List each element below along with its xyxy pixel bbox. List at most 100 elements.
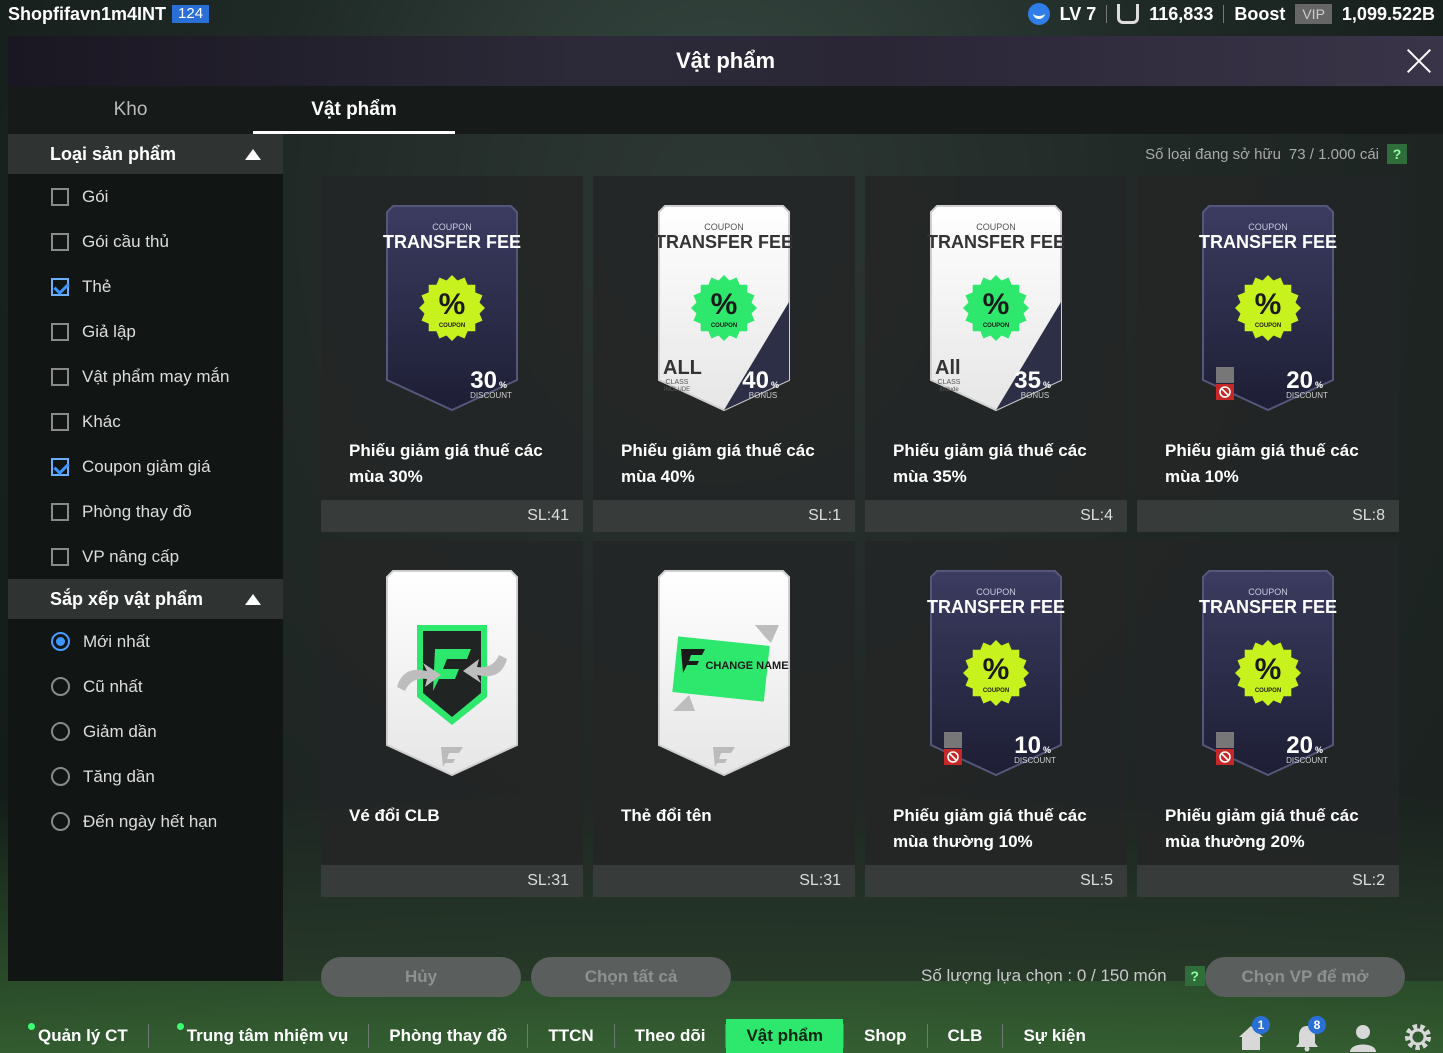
owned-label: Số loại đang sở hữu xyxy=(1145,145,1281,163)
radio-button[interactable] xyxy=(51,722,70,741)
coupon-title-text: TRANSFER FEE xyxy=(655,232,793,252)
blocked-icon xyxy=(1216,384,1234,400)
filter-option-label: Gói cầu thủ xyxy=(82,231,169,251)
coupon-title-text: TRANSFER FEE xyxy=(383,232,521,252)
checkbox[interactable] xyxy=(51,412,69,431)
sort-option[interactable]: Cũ nhất xyxy=(8,664,283,709)
username: Shopfifavn1m4INT xyxy=(8,3,167,24)
nav-item[interactable]: Trung tâm nhiệm vụ xyxy=(149,1019,369,1053)
filter-option[interactable]: Gói xyxy=(8,174,283,219)
profile-icon[interactable] xyxy=(1348,1022,1378,1052)
tab-vat-pham[interactable]: Vật phẩm xyxy=(253,86,455,134)
coupon-top-text: COUPON xyxy=(976,222,1016,232)
sort-section-header[interactable]: Sắp xếp vật phẩm xyxy=(8,579,283,619)
select-all-button[interactable]: Chọn tất cả xyxy=(531,957,731,997)
badge-text: COUPON xyxy=(711,323,737,329)
home-icon[interactable]: 1 xyxy=(1236,1016,1270,1052)
item-card[interactable]: COUPON TRANSFER FEE% COUPON 10% DISCOUNT Phiế… xyxy=(865,541,1127,897)
filter-option[interactable]: Giả lập xyxy=(8,309,283,354)
radio-button[interactable] xyxy=(51,767,70,786)
sort-option[interactable]: Mới nhất xyxy=(8,619,283,664)
sort-option[interactable]: Tăng dần xyxy=(8,754,283,799)
checkbox[interactable] xyxy=(51,187,69,206)
filter-option[interactable]: Coupon giảm giá xyxy=(8,444,283,489)
checkbox[interactable] xyxy=(51,277,69,296)
nav-item[interactable]: CLB xyxy=(928,1019,1003,1053)
radio-button[interactable] xyxy=(51,632,70,651)
checkbox[interactable] xyxy=(51,322,69,341)
discount-sub-text: DISCOUNT xyxy=(1286,391,1328,400)
percent-symbol: % xyxy=(983,288,1010,321)
checkbox[interactable] xyxy=(51,232,69,251)
item-card[interactable]: COUPON TRANSFER FEE% COUPON 20% DISCOUNT Phiế… xyxy=(1137,541,1399,897)
level-text: LV 7 xyxy=(1059,3,1097,24)
nav-item[interactable]: TTCN xyxy=(528,1019,613,1053)
radio-button[interactable] xyxy=(51,812,70,831)
nav-item[interactable]: Quản lý CT xyxy=(0,1019,148,1053)
filter-option-label: Giả lập xyxy=(82,321,136,341)
nav-item[interactable]: Vật phẩm xyxy=(726,1019,843,1053)
filter-option[interactable]: Khác xyxy=(8,399,283,444)
item-card[interactable]: CHANGE NAME Thẻ đổi tên SL:31 xyxy=(593,541,855,897)
item-card[interactable]: COUPON TRANSFER FEE% COUPON 40% BONUS ALL CLAS… xyxy=(593,176,855,532)
checkbox[interactable] xyxy=(51,547,69,566)
item-quantity: SL:4 xyxy=(865,500,1127,532)
item-card[interactable]: Vé đổi CLB SL:31 xyxy=(321,541,583,897)
items-panel: Số loại đang sở hữu 73 / 1.000 cái ? COU… xyxy=(283,134,1443,997)
filter-option-label: Khác xyxy=(82,411,121,431)
top-status-bar: Shopfifavn1m4INT 124 LV 7 116,833 Boost … xyxy=(0,0,1443,28)
open-selected-button[interactable]: Chọn VP để mở xyxy=(1205,957,1405,997)
item-quantity: SL:8 xyxy=(1137,500,1399,532)
filter-option[interactable]: Thẻ xyxy=(8,264,283,309)
vip-badge[interactable]: VIP xyxy=(1295,4,1332,24)
filter-option[interactable]: Gói cầu thủ xyxy=(8,219,283,264)
lock-icon xyxy=(1216,367,1234,383)
settings-gear-icon[interactable] xyxy=(1403,1022,1433,1052)
item-image xyxy=(386,570,518,777)
user-badge: 124 xyxy=(172,5,210,23)
discount-unit: % xyxy=(499,380,507,390)
sort-option[interactable]: Giảm dần xyxy=(8,709,283,754)
item-quantity: SL:2 xyxy=(1137,865,1399,897)
owned-value: 73 / 1.000 cái xyxy=(1288,145,1379,163)
sort-option-label: Giảm dần xyxy=(83,721,157,741)
item-card[interactable]: COUPON TRANSFER FEE% COUPON 20% DISCOUNT Phiế… xyxy=(1137,176,1399,532)
percent-symbol: % xyxy=(1255,288,1282,321)
filter-option[interactable]: Phòng thay đồ xyxy=(8,489,283,534)
filter-option[interactable]: VP nâng cấp xyxy=(8,534,283,579)
help-icon[interactable]: ? xyxy=(1387,144,1407,164)
checkbox[interactable] xyxy=(51,457,69,476)
sort-option[interactable]: Đến ngày hết hạn xyxy=(8,799,283,844)
badge-text: COUPON xyxy=(983,323,1009,329)
cancel-button[interactable]: Hủy xyxy=(321,957,521,997)
coin-icon xyxy=(1117,4,1140,24)
coupon-title-text: TRANSFER FEE xyxy=(1199,597,1337,617)
item-quantity: SL:31 xyxy=(593,865,855,897)
category-section-header[interactable]: Loại sản phẩm xyxy=(8,134,283,174)
coupon-top-text: COUPON xyxy=(1248,222,1288,232)
nav-item[interactable]: Theo dõi xyxy=(615,1019,726,1053)
nav-item[interactable]: Sự kiện xyxy=(1003,1019,1105,1053)
bell-icon[interactable]: 8 xyxy=(1292,1016,1326,1052)
percent-symbol: % xyxy=(711,288,738,321)
item-card[interactable]: COUPON TRANSFER FEE% COUPON 35% BONUS All CLAS… xyxy=(865,176,1127,532)
percent-symbol: % xyxy=(439,288,466,321)
item-card[interactable]: COUPON TRANSFER FEE% COUPON 30% DISCOUNT Phiế… xyxy=(321,176,583,532)
help-icon[interactable]: ? xyxy=(1184,966,1205,986)
filter-option-label: Phòng thay đồ xyxy=(82,501,192,521)
blocked-icon xyxy=(944,749,962,765)
discount-unit: % xyxy=(1043,745,1051,755)
filter-option[interactable]: Vật phẩm may mắn xyxy=(8,354,283,399)
nav-item[interactable]: Phòng thay đồ xyxy=(369,1019,527,1053)
radio-button[interactable] xyxy=(51,677,70,696)
divider xyxy=(1223,5,1225,23)
checkbox[interactable] xyxy=(51,367,69,386)
tab-bar: Kho Vật phẩm xyxy=(8,86,1443,134)
badge-text: COUPON xyxy=(1255,323,1281,329)
tab-kho[interactable]: Kho xyxy=(8,86,253,134)
nav-item[interactable]: Shop xyxy=(844,1019,927,1053)
boost-label[interactable]: Boost xyxy=(1234,4,1285,25)
checkbox[interactable] xyxy=(51,502,69,521)
close-icon[interactable] xyxy=(1399,41,1439,81)
sort-section-title: Sắp xếp vật phẩm xyxy=(50,588,204,609)
